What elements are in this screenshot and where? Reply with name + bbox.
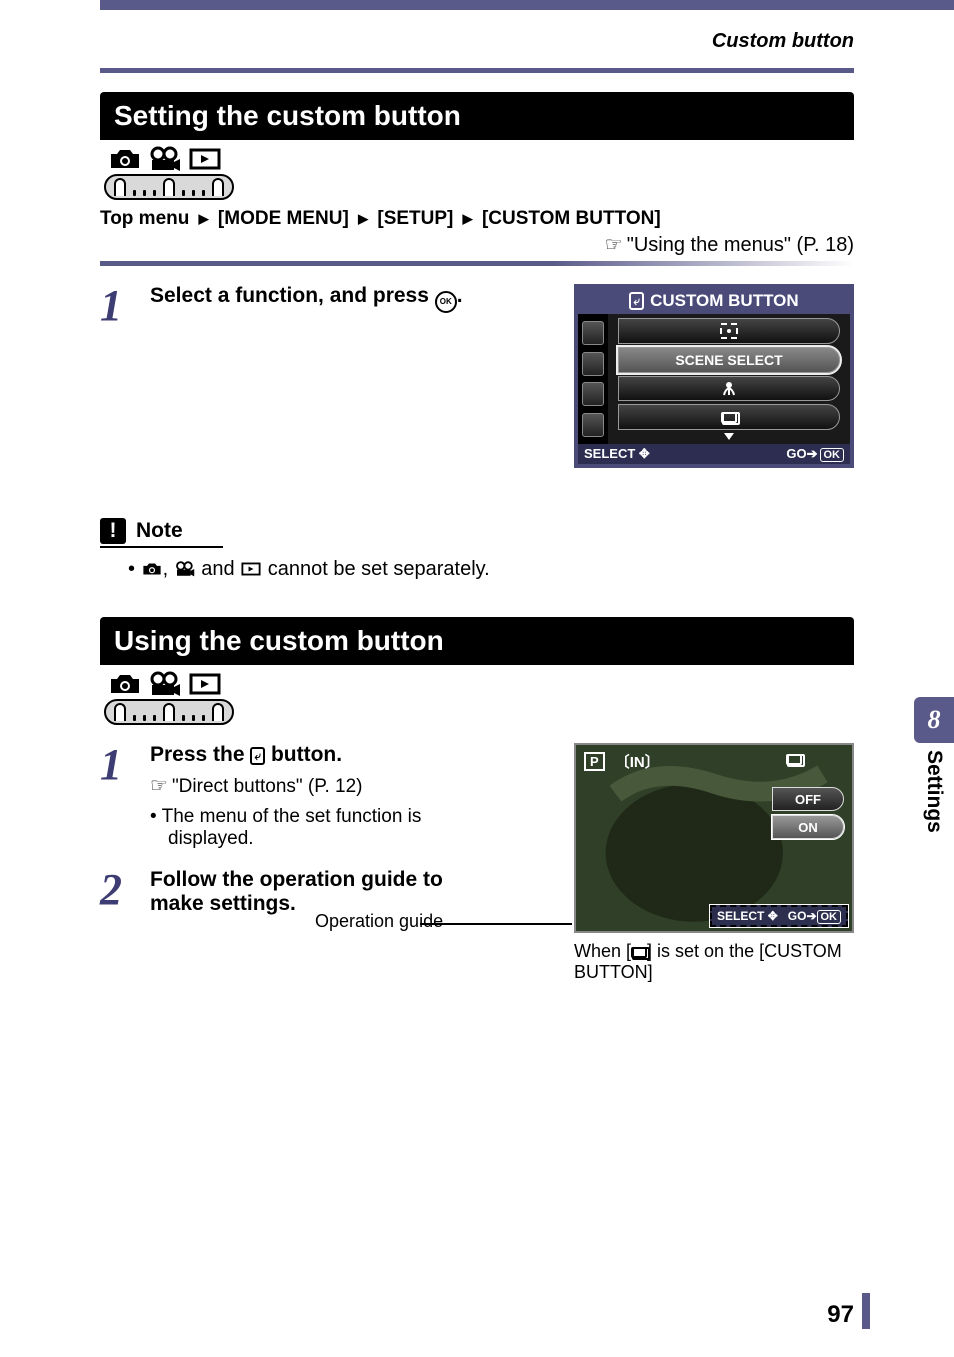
drive-sequential-icon	[631, 947, 647, 958]
movie-icon	[174, 561, 196, 577]
scr1-foot-select: SELECT	[584, 446, 635, 461]
chapter-tab: 8	[914, 697, 954, 743]
path-item-2: [CUSTOM BUTTON]	[482, 208, 661, 229]
page-number: 97	[827, 1301, 854, 1329]
s2s1-ref: ☞"Direct buttons" (P. 12)	[150, 773, 490, 798]
custom-button-icon: ⤶	[629, 292, 644, 310]
step2-number-2: 2	[100, 868, 136, 912]
drive-sequential-icon	[721, 412, 737, 423]
s2s1-pre: Press the	[150, 743, 250, 766]
lcd-screenshot-live-view: P 〔IN〕 OFF ON SELECT ✥ GO➔OK	[574, 743, 854, 933]
custom-button-icon: ⤶	[250, 747, 265, 765]
scr2-footer: SELECT ✥ GO➔OK	[710, 905, 848, 927]
note-heading: ! Note	[100, 518, 223, 548]
header-rule	[100, 68, 854, 73]
scr2-foot-select: SELECT	[717, 909, 764, 923]
camera-icon	[141, 561, 163, 577]
ok-box-icon: OK	[820, 448, 845, 462]
mode-dial-icon-2	[104, 699, 234, 725]
ref-line-menus: ☞"Using the menus" (P. 18)	[100, 232, 854, 257]
path-prefix: Top menu	[100, 208, 189, 229]
scr1-foot-go: GO	[786, 446, 806, 461]
drive-indicator	[786, 751, 802, 769]
step2-2-instruction: Follow the operation guide to make setti…	[150, 868, 490, 916]
note-exclamation-icon: !	[100, 518, 126, 544]
scr1-title-text: CUSTOM BUTTON	[650, 291, 799, 311]
mode-p-icon: P	[584, 752, 605, 771]
s2s1-bullet: The menu of the set function is displaye…	[150, 806, 490, 850]
lcd-screenshot-custom-button-menu: ⤶ CUSTOM BUTTON SCENE SELECT	[574, 284, 854, 468]
arrow-right-icon: ➔	[806, 909, 816, 923]
note-end: cannot be set separately.	[268, 558, 490, 580]
dpad-icon: ✥	[768, 909, 778, 923]
page-header: Custom button	[712, 30, 854, 53]
gradient-rule	[100, 261, 854, 266]
mode-icons-row-2	[108, 671, 854, 697]
scr1-option-drive	[618, 404, 840, 430]
dpad-icon: ✥	[639, 446, 650, 461]
path-item-0: [MODE MENU]	[218, 208, 349, 229]
camera-icon	[108, 671, 142, 697]
chapter-label: Settings	[922, 750, 946, 833]
scr1-option-af	[618, 318, 840, 344]
scr1-title: ⤶ CUSTOM BUTTON	[578, 288, 850, 314]
movie-icon	[148, 671, 182, 697]
triangle-icon: ▶	[199, 211, 209, 227]
scr1-footer: SELECT ✥ GO➔OK	[578, 444, 850, 464]
path-item-1: [SETUP]	[377, 208, 453, 229]
ok-box-icon: OK	[817, 910, 842, 924]
step2-number-1: 1	[100, 743, 136, 787]
step2-1-instruction: Press the ⤶ button.	[150, 743, 490, 767]
triangle-icon: ▶	[463, 211, 473, 227]
scr1-option-scene-select: SCENE SELECT	[618, 347, 840, 373]
mode-dial-icon	[104, 174, 234, 200]
s2s1-ref-text: "Direct buttons" (P. 12)	[172, 776, 363, 797]
section-title-using: Using the custom button	[100, 617, 854, 665]
top-accent-bar	[100, 0, 954, 10]
page-number-accent	[862, 1293, 870, 1329]
playback-icon	[188, 146, 222, 172]
triangle-icon: ▶	[358, 211, 368, 227]
mode-icons-row	[108, 146, 854, 172]
note-mid: and	[201, 558, 240, 580]
in-memory-label: 〔IN〕	[615, 751, 660, 772]
pointing-hand-icon: ☞	[605, 234, 623, 256]
scr2-option-off: OFF	[772, 787, 844, 811]
section-title-setting: Setting the custom button	[100, 92, 854, 140]
macro-flower-icon	[721, 380, 737, 396]
ref-text: "Using the menus" (P. 18)	[627, 234, 854, 256]
operation-guide-label: Operation guide	[315, 911, 443, 932]
caption-pre: When [	[574, 941, 631, 961]
scr1-side-tabs	[578, 314, 608, 444]
af-target-icon	[720, 323, 738, 339]
menu-path: Top menu ▶ [MODE MENU] ▶ [SETUP] ▶ [CUST…	[100, 208, 854, 230]
step1-post: .	[457, 284, 463, 307]
scr2-foot-go: GO	[788, 909, 807, 923]
scr1-option-macro	[618, 376, 840, 402]
camera-icon	[108, 146, 142, 172]
scr2-option-on: ON	[772, 815, 844, 839]
note-label: Note	[136, 519, 183, 543]
arrow-right-icon: ➔	[807, 446, 818, 461]
scroll-down-arrow-icon	[724, 433, 734, 440]
ok-button-icon: OK	[435, 291, 457, 313]
step-number-1: 1	[100, 284, 136, 328]
step1-pre: Select a function, and press	[150, 284, 435, 307]
playback-icon	[188, 671, 222, 697]
playback-icon	[240, 561, 262, 577]
operation-guide-leader-line	[420, 923, 572, 925]
s2s1-post: button.	[265, 743, 342, 766]
note-body: • , and cannot be set separately.	[128, 558, 854, 581]
movie-icon	[148, 146, 182, 172]
scr2-caption: When [] is set on the [CUSTOM BUTTON]	[574, 941, 844, 983]
pointing-hand-icon: ☞	[150, 775, 168, 797]
